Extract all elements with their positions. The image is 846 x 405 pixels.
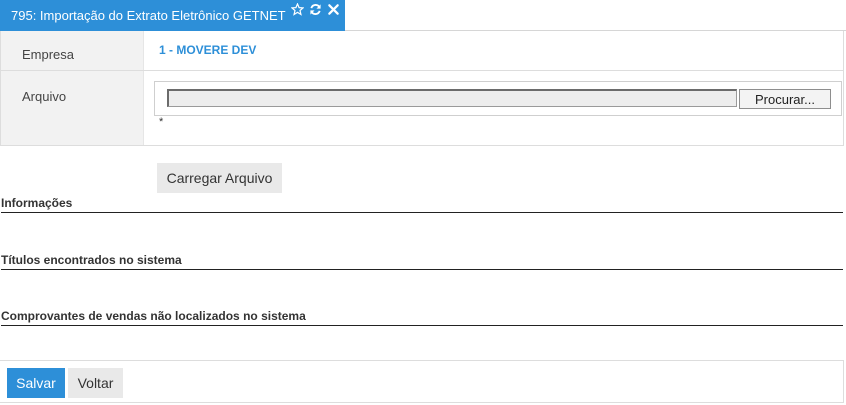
refresh-icon[interactable] xyxy=(309,3,322,16)
row-empresa: Empresa 1 - MOVERE DEV xyxy=(1,31,843,71)
empresa-label: Empresa xyxy=(1,31,144,70)
close-icon[interactable] xyxy=(327,3,340,16)
tab-strip: 795: Importação do Extrato Eletrônico GE… xyxy=(0,0,846,31)
tab-title: 795: Importação do Extrato Eletrônico GE… xyxy=(11,8,286,23)
save-button[interactable]: Salvar xyxy=(7,368,65,398)
section-informacoes: Informações xyxy=(1,196,843,213)
browse-button[interactable]: Procurar... xyxy=(739,89,831,109)
back-button[interactable]: Voltar xyxy=(68,368,123,398)
section-comprovantes: Comprovantes de vendas não localizados n… xyxy=(1,309,843,326)
star-icon[interactable] xyxy=(291,2,304,16)
tab-icons xyxy=(291,2,340,16)
row-arquivo: Arquivo Procurar... * xyxy=(1,71,843,145)
tab-active[interactable]: 795: Importação do Extrato Eletrônico GE… xyxy=(0,0,345,31)
empresa-value: 1 - MOVERE DEV xyxy=(159,43,257,57)
load-file-button[interactable]: Carregar Arquivo xyxy=(157,163,282,193)
page: 795: Importação do Extrato Eletrônico GE… xyxy=(0,0,846,405)
arquivo-label: Arquivo xyxy=(1,71,144,145)
section-titulos: Títulos encontrados no sistema xyxy=(1,253,843,270)
import-form: Empresa 1 - MOVERE DEV Arquivo Procurar.… xyxy=(0,31,844,146)
footer-actions: Salvar Voltar xyxy=(0,360,844,403)
file-upload-box: Procurar... xyxy=(154,81,842,116)
file-path-input[interactable] xyxy=(167,89,737,107)
required-mark: * xyxy=(159,116,164,128)
